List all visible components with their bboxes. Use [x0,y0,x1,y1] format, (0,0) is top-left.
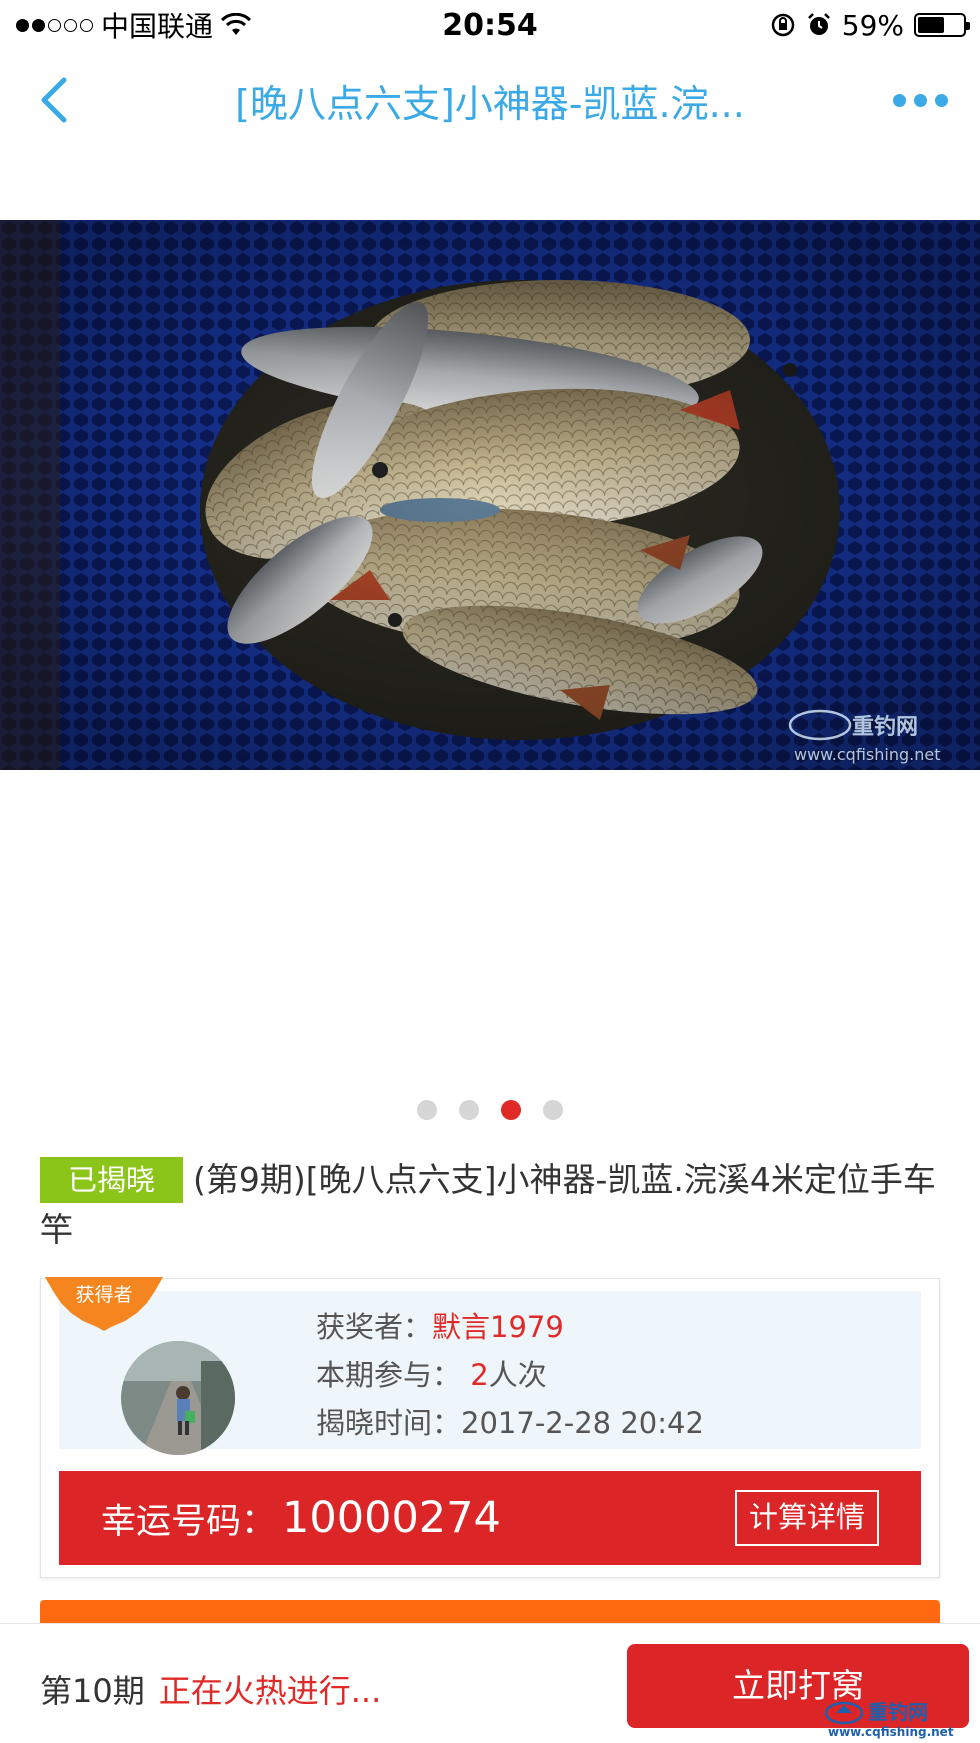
image-watermark-brand: 重钓网 [852,714,918,740]
image-watermark-url: www.cqfishing.net [794,745,940,764]
battery-icon [914,13,970,37]
next-period-status: 正在火热进行... [158,1672,382,1710]
carousel-pager[interactable] [0,1100,980,1120]
site-watermark: 重钓网 www.cqfishing.net [824,1700,954,1739]
carousel-dot-3[interactable] [501,1100,521,1120]
carousel-dot-1[interactable] [417,1100,437,1120]
fish-catch-image: 重钓网 www.cqfishing.net [0,220,980,770]
winner-details: 获奖者：默言1979 本期参与： 2人次 揭晓时间：2017-2-28 20:4… [316,1303,704,1447]
participation-row: 本期参与： 2人次 [316,1351,704,1399]
bottom-watermark-brand: 重钓网 [868,1700,928,1724]
status-right: 59% [770,8,970,42]
reveal-time-label: 揭晓时间： [316,1406,462,1440]
status-bar: 中国联通 20:54 59% [0,0,980,50]
signal-strength-icon [16,18,93,32]
product-image-carousel[interactable]: 重钓网 www.cqfishing.net [0,220,980,770]
more-options-icon[interactable] [880,80,960,120]
reveal-time-value: 2017-2-28 20:42 [461,1406,704,1440]
navigation-bar: [晚八点六支]小神器-凯蓝.浣... [0,50,980,150]
winner-ribbon-label: 获得者 [75,1284,132,1306]
revealed-badge: 已揭晓 [40,1157,184,1203]
winner-name[interactable]: 默言1979 [432,1310,564,1344]
calculation-details-button[interactable]: 计算详情 [734,1490,879,1546]
rotation-lock-icon [771,13,795,37]
battery-fill [918,17,944,33]
next-period-info[interactable]: 第10期 正在火热进行... [40,1666,381,1712]
winner-card: 获奖者：默言1979 本期参与： 2人次 揭晓时间：2017-2-28 20:4… [40,1277,940,1578]
avatar-photo [121,1341,235,1455]
reveal-time-row: 揭晓时间：2017-2-28 20:42 [316,1399,704,1447]
winner-row: 获奖者：默言1979 [316,1303,704,1351]
next-period-label: 第10期 [40,1672,145,1710]
bottom-action-bar: 第10期 正在火热进行... 立即打窝 重钓网 www.cqfishing.net [0,1623,980,1743]
participation-unit: 人次 [488,1358,547,1392]
participation-count: 2 [470,1358,489,1392]
product-title-block: 已揭晓 (第9期)[晚八点六支]小神器-凯蓝.浣溪4米定位手车竿 [40,1155,940,1255]
status-left: 中国联通 [16,5,252,45]
lucky-number-bar: 幸运号码： 10000274 计算详情 [59,1471,921,1565]
carousel-dot-2[interactable] [459,1100,479,1120]
carousel-dot-4[interactable] [543,1100,563,1120]
lucky-number: 10000274 [282,1493,501,1543]
winner-avatar[interactable] [121,1341,235,1455]
carrier-label: 中国联通 [101,10,214,43]
participation-label: 本期参与： [316,1358,462,1392]
page-title: [晚八点六支]小神器-凯蓝.浣... [235,81,745,126]
bottom-watermark-url: www.cqfishing.net [828,1725,954,1739]
battery-percent: 59% [841,8,904,42]
winner-label: 获奖者： [316,1310,433,1344]
alarm-icon [807,13,830,35]
back-chevron-icon[interactable] [30,70,90,130]
winner-info-panel: 获奖者：默言1979 本期参与： 2人次 揭晓时间：2017-2-28 20:4… [59,1291,921,1455]
winner-ribbon-icon: 获得者 [45,1277,163,1331]
lucky-number-label: 幸运号码： [101,1501,277,1542]
wifi-icon [221,13,252,35]
